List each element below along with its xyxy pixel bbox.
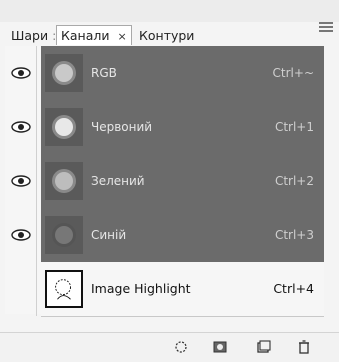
channel-shortcut: Ctrl+4 [273,281,314,296]
channel-row-rgb[interactable]: RGB Ctrl+~ [5,46,324,100]
eye-icon[interactable] [5,100,37,154]
tab-layers[interactable]: Шари : [6,25,61,45]
channel-shortcut: Ctrl+~ [272,66,314,80]
new-channel-icon[interactable] [254,339,272,355]
channel-name: Червоний [91,120,153,134]
channel-row-image-highlight[interactable]: Image Highlight Ctrl+4 [5,262,324,316]
panel-title-strip [0,0,339,22]
tab-channels[interactable]: Канали × [56,25,132,45]
channel-thumbnail [45,216,83,254]
delete-channel-icon[interactable] [295,339,313,355]
channel-thumbnail [45,54,83,92]
channel-thumbnail [45,162,83,200]
channel-content: Синій Ctrl+3 [41,208,324,262]
tab-paths[interactable]: Контури [134,25,199,45]
channel-name: Зелений [91,174,145,188]
channel-shortcut: Ctrl+2 [274,174,314,188]
close-icon[interactable]: × [117,30,126,43]
channel-content: Зелений Ctrl+2 [41,154,324,208]
eye-icon[interactable] [5,154,37,208]
channels-panel: Шари : Канали × Контури RGB Ctrl+~ Черво… [0,0,339,362]
eye-icon[interactable] [5,46,37,100]
mask-thumbnail-icon [55,279,71,300]
panel-toolbar [0,332,339,362]
channel-name: Синій [91,228,127,242]
load-selection-icon[interactable] [172,339,190,355]
channel-content: Image Highlight Ctrl+4 [41,262,324,316]
channel-thumbnail [45,270,83,308]
tab-layers-label: Шари [11,28,49,43]
channel-shortcut: Ctrl+3 [274,228,314,242]
channel-content: Червоний Ctrl+1 [41,100,324,154]
save-selection-icon[interactable] [211,339,229,355]
channel-shortcut: Ctrl+1 [274,120,314,134]
channel-list: RGB Ctrl+~ Червоний Ctrl+1 Зелений Ctrl+… [5,46,324,317]
visibility-toggle-empty[interactable] [5,262,37,316]
channel-content: RGB Ctrl+~ [41,46,324,100]
channel-row-red[interactable]: Червоний Ctrl+1 [5,100,324,154]
eye-icon[interactable] [5,208,37,262]
channel-row-green[interactable]: Зелений Ctrl+2 [5,154,324,208]
tab-channels-label: Канали [61,28,110,43]
channel-name: RGB [91,66,117,80]
panel-tabs: Шари : Канали × Контури [6,22,316,47]
tab-paths-label: Контури [139,28,195,43]
channel-row-blue[interactable]: Синій Ctrl+3 [5,208,324,262]
channel-name: Image Highlight [91,281,191,296]
list-divider [41,316,324,317]
channel-thumbnail [45,108,83,146]
panel-menu-icon[interactable] [319,20,333,36]
